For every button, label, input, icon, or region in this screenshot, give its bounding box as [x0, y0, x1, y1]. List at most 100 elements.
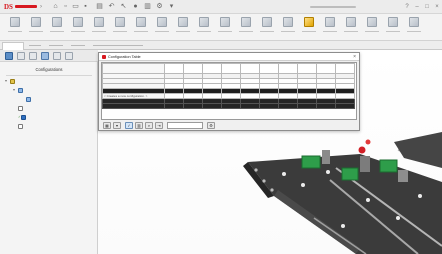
empty-cell — [316, 103, 336, 109]
empty-cell — [221, 103, 241, 109]
ribbon-button-9[interactable] — [174, 16, 192, 39]
save-icon[interactable]: ▪ — [82, 3, 89, 10]
ribbon-button-13[interactable] — [258, 16, 276, 39]
ribbon-button-icon — [94, 17, 104, 27]
column-header[interactable] — [259, 63, 279, 74]
column-header[interactable] — [202, 63, 222, 74]
property-manager-tab-icon[interactable] — [17, 52, 25, 60]
column-header[interactable] — [316, 63, 336, 74]
display-manager-tab-icon[interactable] — [53, 52, 61, 60]
command-tab-1[interactable] — [2, 42, 24, 50]
open-icon[interactable]: ▭ — [72, 3, 79, 10]
configuration-icon — [18, 105, 23, 111]
ribbon-button-11[interactable] — [216, 16, 234, 39]
ribbon-button-18[interactable] — [363, 16, 381, 39]
screw — [254, 168, 258, 172]
table-icon — [26, 96, 31, 102]
print-icon[interactable]: ▤ — [96, 3, 103, 10]
export-icon[interactable]: ⇥ — [155, 122, 163, 129]
ribbon-button-icon — [10, 17, 20, 27]
ribbon-button-3[interactable] — [48, 16, 66, 39]
column-header[interactable] — [278, 63, 298, 74]
ribbon-button-1[interactable] — [6, 16, 24, 39]
document-title — [308, 5, 360, 9]
close-window-icon[interactable]: × — [434, 4, 440, 10]
file-properties-icon[interactable]: ▥ — [144, 3, 151, 10]
tree-node[interactable]: ▾ — [13, 87, 25, 93]
plate-hole — [366, 198, 370, 202]
restore-icon[interactable]: □ — [424, 4, 430, 10]
ribbon-button-10[interactable] — [195, 16, 213, 39]
help-icon[interactable]: ? — [404, 4, 410, 10]
dialog-title-bar: Configuration Table × — [99, 53, 359, 61]
plate-hole — [418, 194, 422, 198]
menu-expand-icon[interactable]: › — [40, 4, 46, 10]
screw — [262, 179, 266, 183]
ribbon-button-14[interactable] — [279, 16, 297, 39]
column-header[interactable] — [183, 63, 203, 74]
ribbon-button-5[interactable] — [90, 16, 108, 39]
ribbon-button-16[interactable] — [321, 16, 339, 39]
ribbon-label-placeholder — [407, 31, 421, 32]
minimize-icon[interactable]: – — [414, 4, 420, 10]
zoom-icon[interactable]: ⌕ — [145, 122, 153, 129]
column-header[interactable] — [297, 63, 317, 74]
undo-icon[interactable]: ↶ — [108, 3, 115, 10]
ribbon-button-7[interactable] — [132, 16, 150, 39]
select-icon[interactable]: ↖ — [120, 3, 127, 10]
cam-tab-icon[interactable] — [65, 52, 73, 60]
ribbon-button-2[interactable] — [27, 16, 45, 39]
ribbon-button-17[interactable] — [342, 16, 360, 39]
tree-node[interactable] — [26, 96, 33, 102]
command-tab-2[interactable] — [26, 42, 44, 50]
ribbon-button-4[interactable] — [69, 16, 87, 39]
settings-icon[interactable]: ⚙ — [207, 122, 215, 129]
ribbon-button-icon — [304, 17, 314, 27]
command-tab-3[interactable] — [46, 42, 66, 50]
plate-hole — [301, 183, 305, 187]
ribbon-label-placeholder — [239, 31, 253, 32]
tree-node[interactable]: ✓ — [18, 114, 28, 120]
feature-manager-tab-icon[interactable] — [5, 52, 13, 60]
expand-arrow-icon[interactable]: ▾ — [13, 87, 15, 93]
view-filter-combo[interactable] — [167, 122, 203, 129]
ribbon-button-icon — [388, 17, 398, 27]
command-tab-5[interactable] — [90, 42, 146, 50]
quick-access-dropdown-icon[interactable]: ▾ — [168, 3, 175, 10]
rebuild-icon[interactable]: ● — [132, 3, 139, 10]
apply-icon[interactable]: ✓ — [125, 122, 133, 129]
column-header[interactable] — [164, 63, 184, 74]
expand-arrow-icon[interactable]: ▾ — [5, 78, 7, 84]
tree-node[interactable] — [18, 105, 25, 111]
new-document-icon[interactable]: ▫ — [62, 3, 69, 10]
ribbon-button-19[interactable] — [384, 16, 402, 39]
table-icon — [18, 87, 23, 93]
empty-cell — [335, 103, 355, 109]
ribbon-button-6[interactable] — [111, 16, 129, 39]
filter-icon[interactable]: ▾ — [113, 122, 121, 129]
configuration-manager-tab-icon[interactable] — [29, 52, 37, 60]
column-header[interactable] — [240, 63, 260, 74]
ribbon-label-placeholder — [323, 31, 337, 32]
ribbon-button-8[interactable] — [153, 16, 171, 39]
command-tab-4[interactable] — [68, 42, 88, 50]
ribbon-label-placeholder — [302, 31, 316, 32]
options-icon[interactable]: ⚙ — [156, 3, 163, 10]
ribbon-button-15[interactable] — [300, 16, 318, 39]
tree-node[interactable] — [18, 123, 25, 129]
ribbon-button-icon — [325, 17, 335, 27]
column-header[interactable] — [335, 63, 355, 74]
tree-node[interactable]: ▾ — [5, 78, 17, 84]
ribbon-label-placeholder — [281, 31, 295, 32]
column-header[interactable] — [221, 63, 241, 74]
table-icon[interactable]: ▦ — [103, 122, 111, 129]
ribbon-button-20[interactable] — [405, 16, 423, 39]
home-icon[interactable]: ⌂ — [52, 3, 59, 10]
panel-separator — [6, 75, 92, 76]
columns-icon[interactable]: ▥ — [135, 122, 143, 129]
panel-title: Configurations — [35, 67, 63, 72]
ribbon-button-12[interactable] — [237, 16, 255, 39]
dialog-close-icon[interactable]: × — [353, 53, 356, 61]
dimxpert-tab-icon[interactable] — [41, 52, 49, 60]
solidworks-logo[interactable]: DS — [4, 3, 38, 11]
